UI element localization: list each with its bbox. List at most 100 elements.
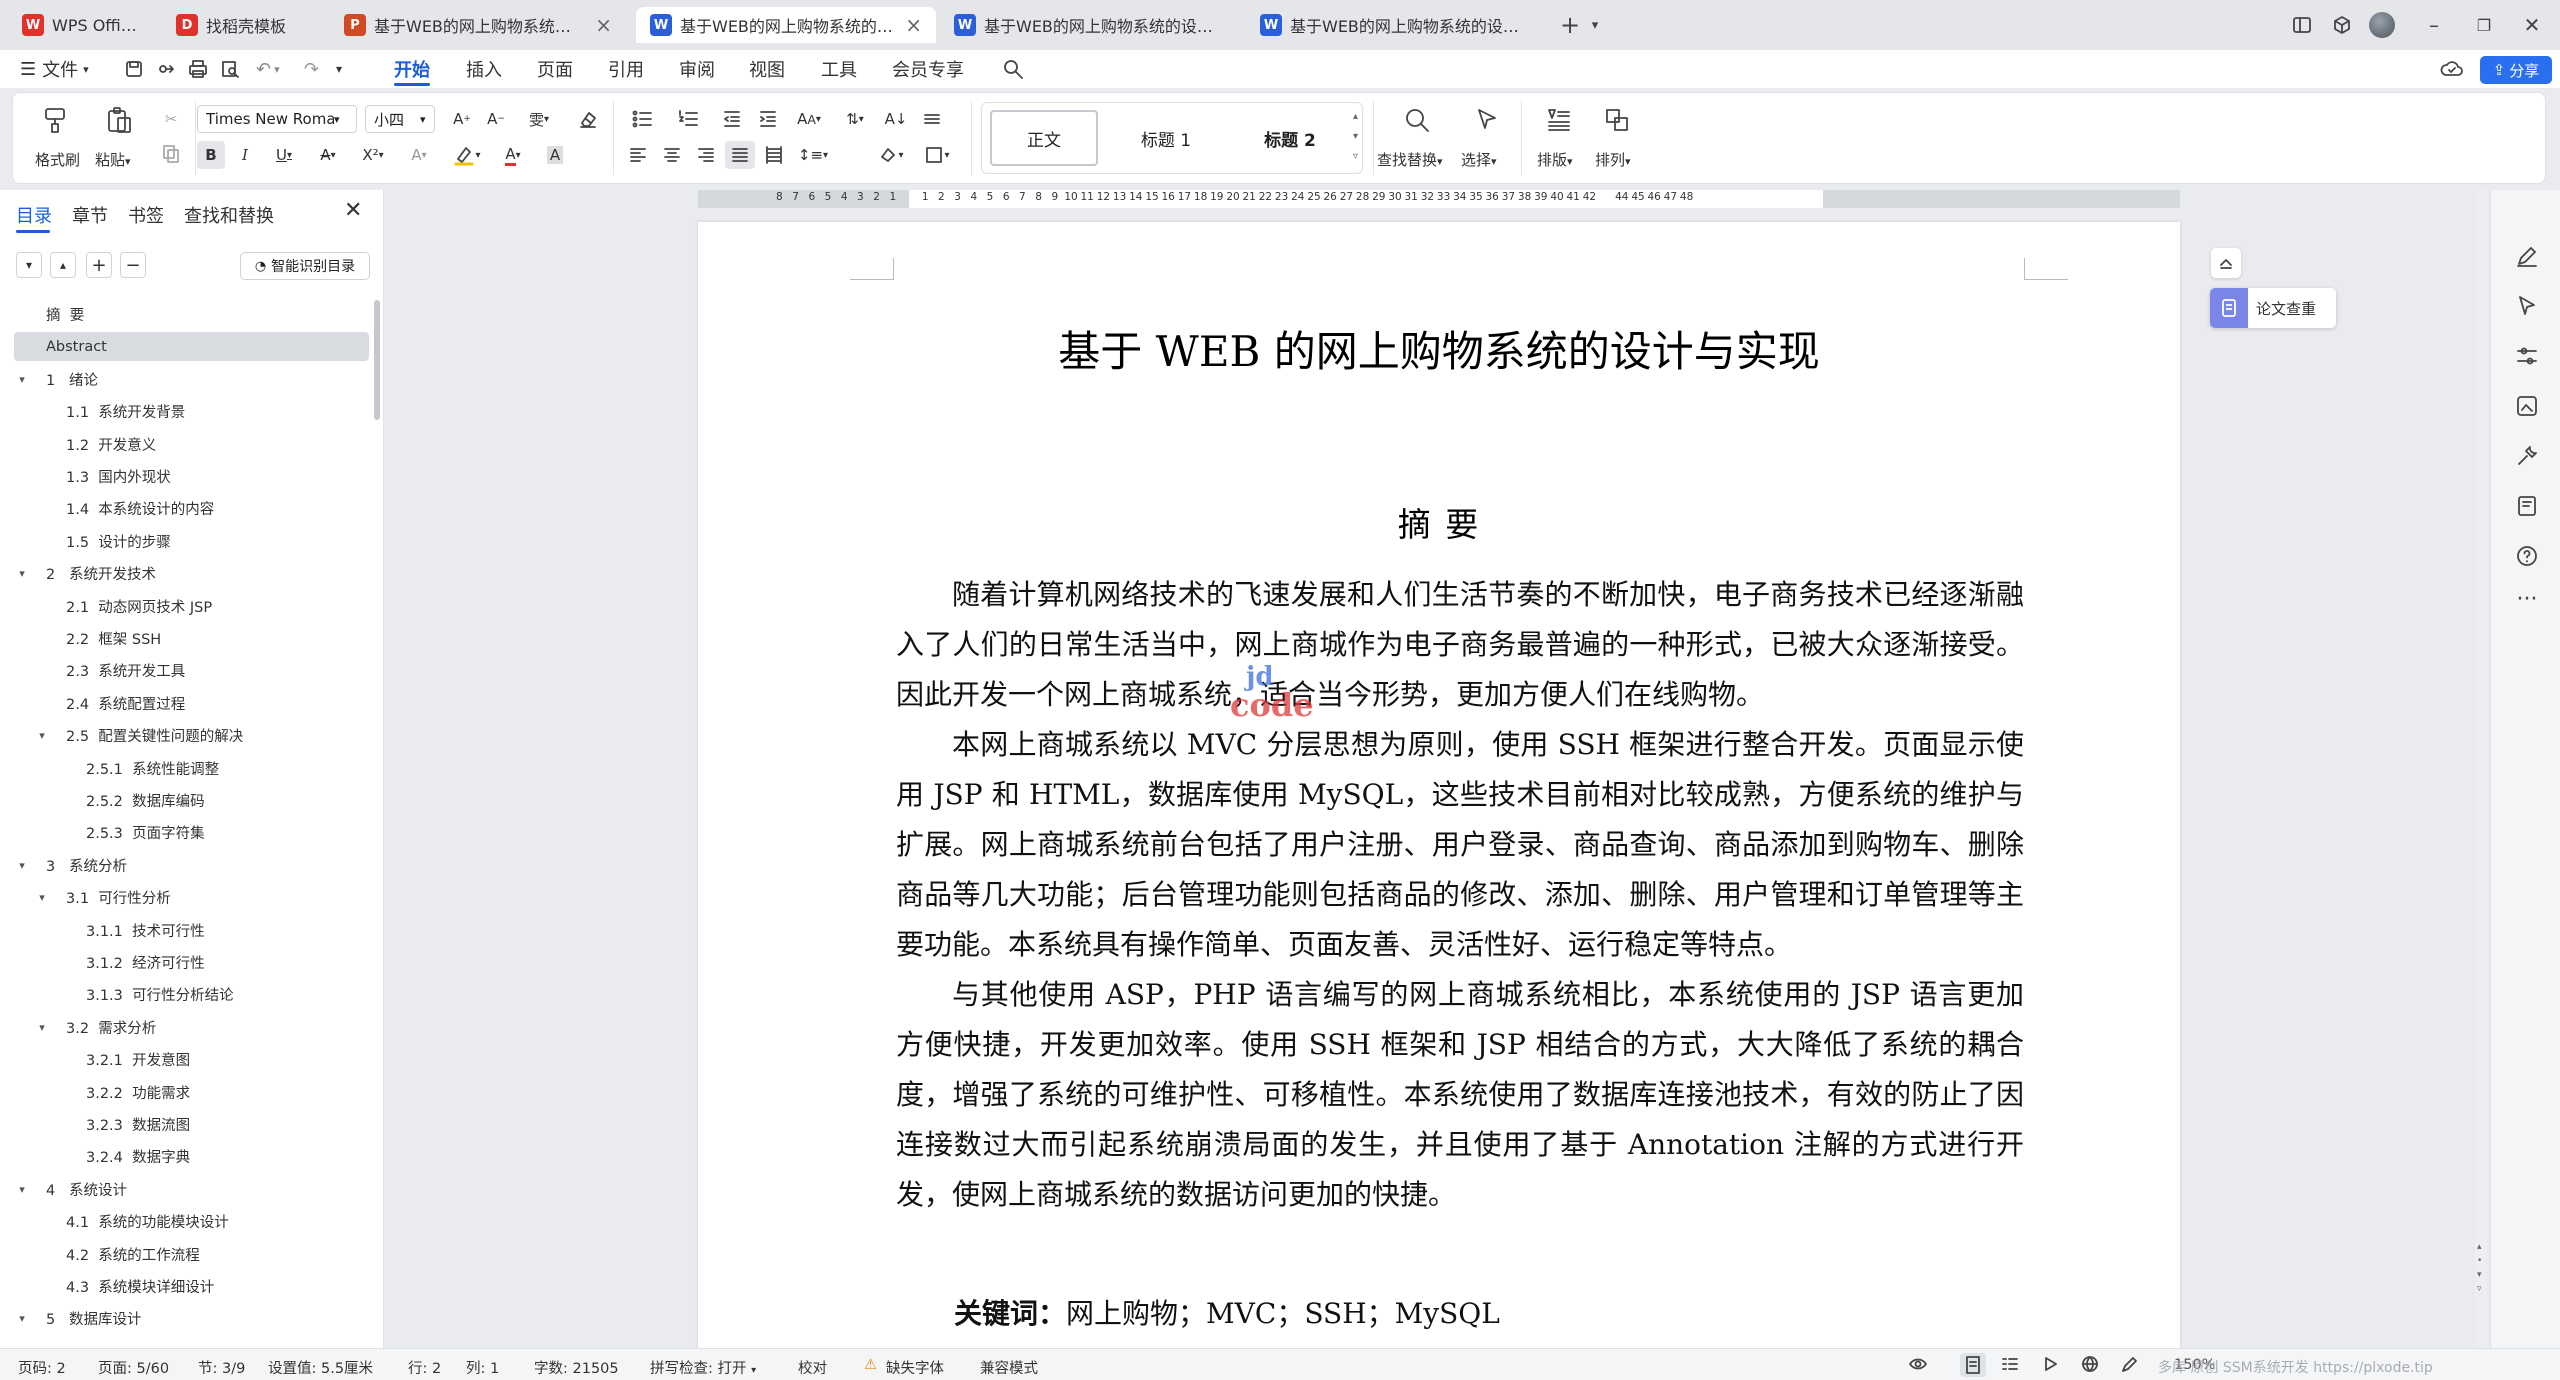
border-icon[interactable]: ▾	[917, 141, 957, 169]
clear-format-icon[interactable]	[573, 105, 603, 133]
align-right-icon[interactable]	[691, 141, 721, 169]
status-proofread[interactable]: 校对	[798, 1357, 827, 1378]
minimize-icon[interactable]: –	[2414, 8, 2454, 42]
bold-button[interactable]: B	[197, 141, 225, 169]
tab-active-doc[interactable]: W 基于WEB的网上购物系统的设计与实 ×	[636, 7, 936, 43]
menu-page[interactable]: 页面	[537, 50, 573, 88]
remove-heading-icon[interactable]: −	[120, 252, 146, 278]
vertical-scrollbar[interactable]: ▴ • ▾ ▿	[2475, 190, 2487, 1348]
toc-item[interactable]: 2.3 系统开发工具	[14, 656, 369, 685]
line-spacing-icon[interactable]: ↕≡ ▾	[793, 141, 833, 169]
print-preview-icon[interactable]	[220, 50, 240, 88]
style-heading-2[interactable]: 标题 2	[1230, 110, 1350, 166]
toc-toggle-icon[interactable]: ▾	[34, 1021, 50, 1034]
toc-item[interactable]: 4.1 系统的功能模块设计	[14, 1207, 369, 1236]
toc-toggle-icon[interactable]: ▾	[34, 891, 50, 904]
toc-item[interactable]: 3.2.1 开发意图	[14, 1045, 369, 1074]
print-icon[interactable]	[188, 50, 208, 88]
help-icon[interactable]	[2515, 544, 2539, 568]
toc-item[interactable]: ▾ 1 绪论	[14, 365, 369, 394]
menu-view[interactable]: 视图	[749, 50, 785, 88]
collapse-up-icon[interactable]: ▴	[50, 252, 76, 278]
toc-item[interactable]: Abstract	[14, 332, 369, 362]
tab-doc-2[interactable]: W 基于WEB的网上购物系统的设计与实现	[940, 7, 1240, 43]
sort-icon[interactable]: ⇅ ▾	[835, 105, 875, 133]
tools-icon[interactable]	[2515, 444, 2539, 468]
close-tab-icon[interactable]: ×	[595, 13, 612, 37]
layout-icon[interactable]	[2282, 8, 2322, 42]
undo-icon[interactable]: ↶ ▾	[256, 50, 280, 88]
underline-button[interactable]: U ▾	[265, 141, 303, 169]
avatar[interactable]	[2362, 8, 2402, 42]
justify-icon[interactable]	[725, 141, 755, 169]
toc-item[interactable]: 3.2.4 数据字典	[14, 1142, 369, 1171]
find-replace-icon[interactable]	[1399, 103, 1435, 137]
toc-item[interactable]: 3.1.2 经济可行性	[14, 948, 369, 977]
play-icon[interactable]	[2040, 1355, 2060, 1373]
layout-typeset-icon[interactable]	[1541, 103, 1577, 137]
add-heading-icon[interactable]: +	[86, 252, 112, 278]
menu-review[interactable]: 审阅	[679, 50, 715, 88]
select-label[interactable]: 选择▾	[1461, 149, 1497, 170]
sliders-icon[interactable]	[2515, 344, 2539, 368]
expand-all-icon[interactable]: ▾	[16, 252, 42, 278]
toc-toggle-icon[interactable]: ▾	[14, 1183, 30, 1196]
cloud-sync-icon[interactable]	[2440, 50, 2464, 88]
tab-list-chevron-icon[interactable]: ▾	[1575, 8, 1615, 42]
menu-references[interactable]: 引用	[608, 50, 644, 88]
smart-toc-button[interactable]: ◔ 智能识别目录	[240, 252, 370, 280]
toc-item[interactable]: 1.5 设计的步骤	[14, 527, 369, 556]
distribute-icon[interactable]	[759, 141, 789, 169]
italic-button[interactable]: I	[231, 141, 259, 169]
show-marks-icon[interactable]	[917, 105, 947, 133]
toc-item[interactable]: ▾ 3.2 需求分析	[14, 1013, 369, 1042]
toc-item[interactable]: ▾ 5 数据库设计	[14, 1304, 369, 1333]
status-page-code[interactable]: 页码: 2	[18, 1357, 66, 1378]
menu-home[interactable]: 开始	[394, 50, 430, 88]
decrease-indent-icon[interactable]	[717, 105, 747, 133]
shrink-font-icon[interactable]: A −	[481, 105, 511, 133]
search-icon[interactable]	[1002, 50, 1024, 88]
format-painter-label[interactable]: 格式刷	[35, 149, 80, 170]
tab-sections[interactable]: 章节	[72, 202, 108, 228]
toc-item[interactable]: 1.1 系统开发背景	[14, 397, 369, 426]
toc-item[interactable]: 摘 要	[14, 300, 369, 329]
style-normal[interactable]: 正文	[990, 110, 1098, 166]
web-view-icon[interactable]	[2080, 1355, 2100, 1373]
paste-icon[interactable]	[101, 103, 137, 137]
document-page[interactable]: 基于 WEB 的网上购物系统的设计与实现 摘 要 随着计算机网络技术的飞速发展和…	[698, 222, 2180, 1348]
grow-font-icon[interactable]: A +	[447, 105, 477, 133]
toc-item[interactable]: ▾ 4 系统设计	[14, 1175, 369, 1204]
status-word-count[interactable]: 字数: 21505	[534, 1357, 619, 1378]
menu-tools[interactable]: 工具	[821, 50, 857, 88]
status-missing-font[interactable]: 缺失字体	[886, 1357, 944, 1378]
text-direction-icon[interactable]: A A ▾	[789, 105, 829, 133]
toc-toggle-icon[interactable]: ▾	[14, 859, 30, 872]
save-icon[interactable]	[124, 50, 144, 88]
close-window-icon[interactable]: ✕	[2512, 8, 2552, 42]
font-color-button[interactable]: A ▾	[493, 141, 533, 169]
toc-item[interactable]: 2.5.3 页面字符集	[14, 818, 369, 847]
toc-item[interactable]: ▾ 3 系统分析	[14, 851, 369, 880]
increase-indent-icon[interactable]	[753, 105, 783, 133]
tab-wps-office[interactable]: W WPS Office	[8, 7, 152, 43]
tab-ppt-doc[interactable]: P 基于WEB的网上购物系统的设计与实 ×	[330, 7, 626, 43]
toc-item[interactable]: 2.5.2 数据库编码	[14, 786, 369, 815]
find-replace-label[interactable]: 查找替换▾	[1377, 149, 1443, 170]
toc-item[interactable]: 4.3 系统模块详细设计	[14, 1272, 369, 1301]
toc-item[interactable]: ▾ 3.1 可行性分析	[14, 883, 369, 912]
superscript-button[interactable]: X² ▾	[353, 141, 393, 169]
toc-item[interactable]: 3.2.2 功能需求	[14, 1078, 369, 1107]
toc-toggle-icon[interactable]: ▾	[14, 373, 30, 386]
close-pane-icon[interactable]: ✕	[344, 198, 362, 223]
toc-item[interactable]: 1.3 国内外现状	[14, 462, 369, 491]
style-scroll-icon[interactable]: ▴ ▾ ▿	[1353, 107, 1358, 167]
more-icon[interactable]: ···	[2515, 589, 2539, 618]
toc-item[interactable]: 2.2 框架 SSH	[14, 624, 369, 653]
status-section[interactable]: 节: 3/9	[198, 1357, 245, 1378]
menu-member[interactable]: 会员专享	[892, 50, 964, 88]
share-doc-icon[interactable]	[156, 50, 176, 88]
image-tool-icon[interactable]	[2515, 394, 2539, 418]
scroll-nav-icons[interactable]: ▴ • ▾ ▿	[2477, 1240, 2482, 1296]
eye-protect-icon[interactable]	[1908, 1355, 1928, 1373]
